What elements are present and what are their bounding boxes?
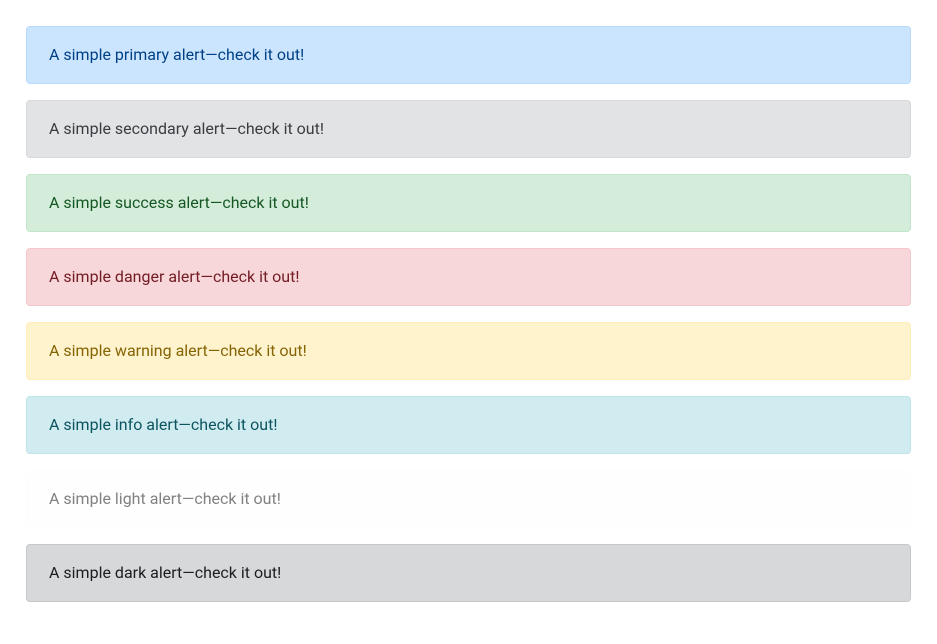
alert-secondary: A simple secondary alert—check it out! (26, 100, 911, 158)
alert-primary-text: A simple primary alert—check it out! (49, 45, 304, 64)
alert-danger-text: A simple danger alert—check it out! (49, 267, 299, 286)
alert-primary: A simple primary alert—check it out! (26, 26, 911, 84)
alert-info: A simple info alert—check it out! (26, 396, 911, 454)
alert-light: A simple light alert—check it out! (26, 470, 911, 528)
alert-warning-text: A simple warning alert—check it out! (49, 341, 307, 360)
alert-dark-text: A simple dark alert—check it out! (49, 563, 281, 582)
alert-info-text: A simple info alert—check it out! (49, 415, 277, 434)
alert-danger: A simple danger alert—check it out! (26, 248, 911, 306)
alert-success: A simple success alert—check it out! (26, 174, 911, 232)
alert-secondary-text: A simple secondary alert—check it out! (49, 119, 324, 138)
alert-dark: A simple dark alert—check it out! (26, 544, 911, 602)
alert-warning: A simple warning alert—check it out! (26, 322, 911, 380)
alert-success-text: A simple success alert—check it out! (49, 193, 309, 212)
alert-light-text: A simple light alert—check it out! (49, 489, 281, 508)
